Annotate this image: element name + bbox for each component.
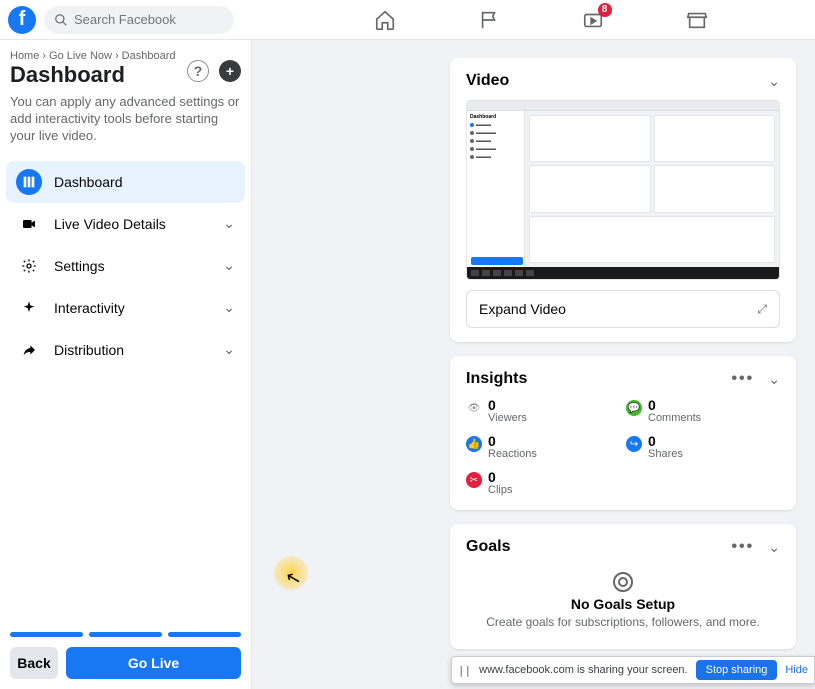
target-icon [613, 572, 633, 592]
breadcrumb-golive[interactable]: Go Live Now [49, 50, 112, 62]
interactivity-icon [16, 295, 42, 321]
insight-label: Reactions [488, 448, 537, 460]
insight-comments: 💬 0Comments [626, 398, 780, 424]
insight-label: Shares [648, 448, 683, 460]
video-icon [16, 211, 42, 237]
sidebar-item-settings[interactable]: Settings ⌄ [6, 245, 245, 287]
insight-clips: ✂ 0Clips [466, 470, 620, 496]
insight-value: 0 [488, 470, 512, 484]
like-icon: 👍 [466, 436, 482, 452]
share-icon: ↪ [626, 436, 642, 452]
share-bar-text: www.facebook.com is sharing your screen. [479, 664, 687, 676]
insights-card: Insights ••• ⌄ 👁 0Viewers 💬 0Comments 👍 [450, 356, 796, 510]
insight-shares: ↪ 0Shares [626, 434, 780, 460]
top-navigation: f 8 [0, 0, 815, 40]
page-description: You can apply any advanced settings or a… [10, 94, 241, 145]
nav-center: 8 [274, 8, 807, 32]
search-icon [54, 13, 68, 27]
search-input[interactable] [74, 12, 224, 27]
chevron-down-icon: ⌄ [223, 215, 235, 232]
expand-video-button[interactable]: Expand Video ⤢ [466, 290, 780, 328]
expand-video-label: Expand Video [479, 301, 566, 317]
pause-share-icon[interactable]: || [458, 664, 471, 677]
pages-flag-icon[interactable] [477, 8, 501, 32]
sidebar-item-live-details[interactable]: Live Video Details ⌄ [6, 203, 245, 245]
home-nav-icon[interactable] [373, 8, 397, 32]
share-arrow-icon [16, 337, 42, 363]
go-live-button[interactable]: Go Live [66, 647, 241, 679]
breadcrumb-current: Dashboard [122, 50, 176, 62]
sidebar-item-label: Live Video Details [54, 216, 211, 232]
video-card: Video ⌄ Dashboard ▬▬▬ ▬▬▬▬ ▬▬▬ ▬▬▬▬ ▬▬▬ [450, 58, 796, 342]
insight-label: Comments [648, 412, 701, 424]
insight-viewers: 👁 0Viewers [466, 398, 620, 424]
help-button[interactable]: ? [187, 60, 209, 82]
watch-badge: 8 [598, 3, 612, 17]
sidebar-nav: Dashboard Live Video Details ⌄ Settings … [0, 161, 251, 371]
insights-more-button[interactable]: ••• [731, 370, 754, 388]
chevron-down-icon: ⌄ [223, 257, 235, 274]
chevron-down-icon: ⌄ [223, 299, 235, 316]
sidebar-item-label: Dashboard [54, 174, 235, 190]
chevron-down-icon: ⌄ [223, 341, 235, 358]
search-bar[interactable] [44, 6, 234, 34]
stop-sharing-button[interactable]: Stop sharing [696, 660, 778, 680]
insights-card-title: Insights [466, 370, 527, 388]
insight-value: 0 [488, 398, 527, 412]
goals-more-button[interactable]: ••• [731, 538, 754, 556]
insight-value: 0 [648, 434, 683, 448]
comment-icon: 💬 [626, 400, 642, 416]
gear-icon [16, 253, 42, 279]
insight-value: 0 [488, 434, 537, 448]
marketplace-nav-icon[interactable] [685, 8, 709, 32]
sidebar-item-distribution[interactable]: Distribution ⌄ [6, 329, 245, 371]
goals-empty-sub: Create goals for subscriptions, follower… [466, 615, 780, 629]
sidebar-item-label: Interactivity [54, 300, 211, 316]
sidebar-item-label: Distribution [54, 342, 211, 358]
add-button[interactable]: + [219, 60, 241, 82]
breadcrumb-home[interactable]: Home [10, 50, 39, 62]
insight-label: Viewers [488, 412, 527, 424]
screen-share-bar: || www.facebook.com is sharing your scre… [451, 656, 815, 684]
collapse-goals-toggle[interactable]: ⌄ [768, 539, 780, 556]
insight-label: Clips [488, 484, 512, 496]
sidebar-item-dashboard[interactable]: Dashboard [6, 161, 245, 203]
goals-empty-title: No Goals Setup [466, 596, 780, 612]
sidebar-item-interactivity[interactable]: Interactivity ⌄ [6, 287, 245, 329]
sidebar-item-label: Settings [54, 258, 211, 274]
main-content: ↖ Video ⌄ Dashboard ▬▬▬ ▬▬▬▬ ▬▬▬ ▬▬▬▬ [252, 40, 815, 689]
cursor-highlight [274, 556, 308, 590]
clip-icon: ✂ [466, 472, 482, 488]
video-preview[interactable]: Dashboard ▬▬▬ ▬▬▬▬ ▬▬▬ ▬▬▬▬ ▬▬▬ [466, 100, 780, 280]
insight-value: 0 [648, 398, 701, 412]
goals-card-title: Goals [466, 538, 510, 556]
collapse-insights-toggle[interactable]: ⌄ [768, 371, 780, 388]
insight-reactions: 👍 0Reactions [466, 434, 620, 460]
sidebar-footer: Back Go Live [0, 622, 251, 689]
watch-nav-icon[interactable]: 8 [581, 8, 605, 32]
eye-icon: 👁 [466, 400, 482, 416]
goals-card: Goals ••• ⌄ No Goals Setup Create goals … [450, 524, 796, 649]
back-button[interactable]: Back [10, 647, 58, 679]
dashboard-icon [16, 169, 42, 195]
expand-icon: ⤢ [757, 302, 767, 317]
collapse-video-toggle[interactable]: ⌄ [768, 73, 780, 90]
hide-share-bar-button[interactable]: Hide [785, 664, 808, 676]
left-sidebar: Home › Go Live Now › Dashboard ? + Dashb… [0, 40, 252, 689]
video-card-title: Video [466, 72, 509, 90]
progress-indicator [10, 632, 241, 637]
facebook-logo[interactable]: f [8, 6, 36, 34]
